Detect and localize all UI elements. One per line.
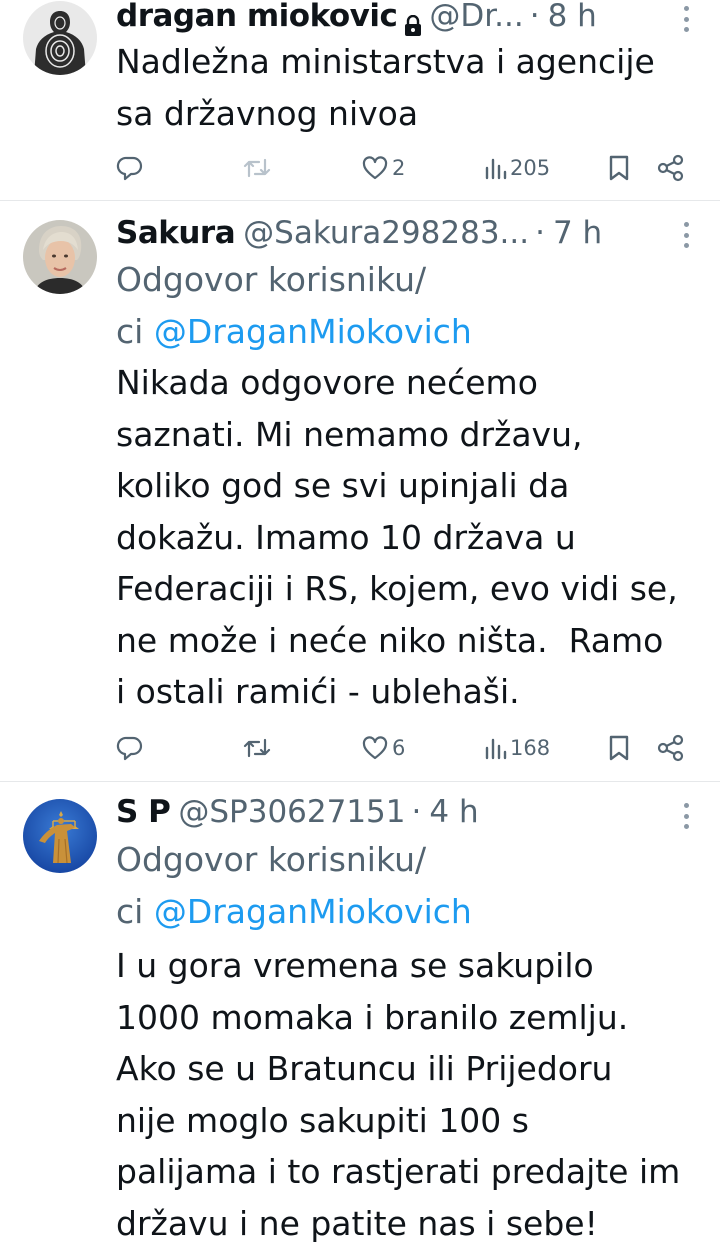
handle[interactable]: @SP30627151 <box>178 790 405 834</box>
reply-icon <box>116 156 143 181</box>
reply-context: Odgovor korisniku/ ci @DraganMiokovich <box>116 254 706 357</box>
timestamp[interactable]: 4 h <box>429 790 478 834</box>
tweet-3[interactable]: S P @SP30627151 · 4 h Odgovor korisniku/… <box>0 782 720 1245</box>
reply-mention-link[interactable]: @DraganMiokovich <box>154 892 472 931</box>
view-count: 205 <box>510 156 551 180</box>
more-options-icon[interactable] <box>680 222 692 248</box>
reply-icon <box>116 736 143 761</box>
reply-mention-link[interactable]: @DraganMiokovich <box>154 312 472 351</box>
share-icon <box>657 734 684 762</box>
separator-dot: · <box>529 0 540 34</box>
tweet-text: Nikada odgovore nećemo saznati. Mi nemam… <box>116 363 678 711</box>
views-icon <box>485 158 507 180</box>
views-button[interactable]: 205 <box>483 148 550 188</box>
tweet-text: Nadležna ministarstva i agencije sa drža… <box>116 42 655 133</box>
like-button[interactable]: 6 <box>361 728 405 768</box>
display-name[interactable]: Sakura <box>116 211 236 255</box>
retweet-button[interactable] <box>242 148 272 188</box>
more-options-icon[interactable] <box>680 803 692 829</box>
reply-button[interactable] <box>116 148 144 188</box>
tweet-header: Sakura @Sakura298283... · 7 h <box>116 211 644 255</box>
tweet-feed: dragan miokovic @Dr... · 8 h Nadležna mi… <box>0 0 720 1245</box>
lady-justice-statue-avatar-icon <box>23 799 97 873</box>
separator-dot: · <box>535 215 545 251</box>
bookmark-button[interactable] <box>608 728 630 768</box>
like-count: 2 <box>392 156 406 180</box>
views-button[interactable]: 168 <box>483 728 550 768</box>
display-name[interactable]: dragan miokovic <box>116 0 398 38</box>
heart-icon <box>362 156 388 180</box>
avatar[interactable] <box>23 1 97 75</box>
handle[interactable]: @Dr... <box>429 0 523 38</box>
bookmark-button[interactable] <box>608 148 630 188</box>
display-name[interactable]: S P <box>116 790 171 834</box>
more-options-icon[interactable] <box>680 6 692 32</box>
avatar[interactable] <box>23 799 97 873</box>
woman-portrait-avatar-icon <box>23 220 97 294</box>
share-icon <box>657 154 684 182</box>
retweet-icon <box>243 738 271 758</box>
handle[interactable]: @Sakura298283... <box>243 211 529 255</box>
tweet-header: S P @SP30627151 · 4 h <box>116 790 644 834</box>
reply-button[interactable] <box>116 728 144 768</box>
like-count: 6 <box>392 736 406 760</box>
view-count: 168 <box>510 736 551 760</box>
tweet-text: I u gora vremena se sakupilo 1000 momaka… <box>116 946 681 1243</box>
tweet-2[interactable]: Sakura @Sakura298283... · 7 h Odgovor ko… <box>0 201 720 781</box>
share-button[interactable] <box>656 148 686 188</box>
tweet-1[interactable]: dragan miokovic @Dr... · 8 h Nadležna mi… <box>0 0 720 200</box>
views-icon <box>485 738 507 760</box>
retweet-icon <box>243 158 271 178</box>
action-bar: 2 205 <box>0 148 720 188</box>
action-bar: 6 168 <box>0 728 720 768</box>
lock-icon <box>403 5 423 36</box>
separator-dot: · <box>411 794 422 830</box>
reply-context: Odgovor korisniku/ ci @DraganMiokovich <box>116 834 706 937</box>
like-button[interactable]: 2 <box>361 148 405 188</box>
heart-icon <box>362 736 388 760</box>
timestamp[interactable]: 8 h <box>548 0 597 38</box>
bookmark-icon <box>609 735 629 761</box>
timestamp[interactable]: 7 h <box>553 211 602 255</box>
target-silhouette-avatar-icon <box>23 1 97 75</box>
avatar[interactable] <box>23 220 97 294</box>
tweet-header: dragan miokovic @Dr... · 8 h <box>116 0 644 38</box>
bookmark-icon <box>609 155 629 181</box>
retweet-button[interactable] <box>242 728 272 768</box>
share-button[interactable] <box>656 728 686 768</box>
